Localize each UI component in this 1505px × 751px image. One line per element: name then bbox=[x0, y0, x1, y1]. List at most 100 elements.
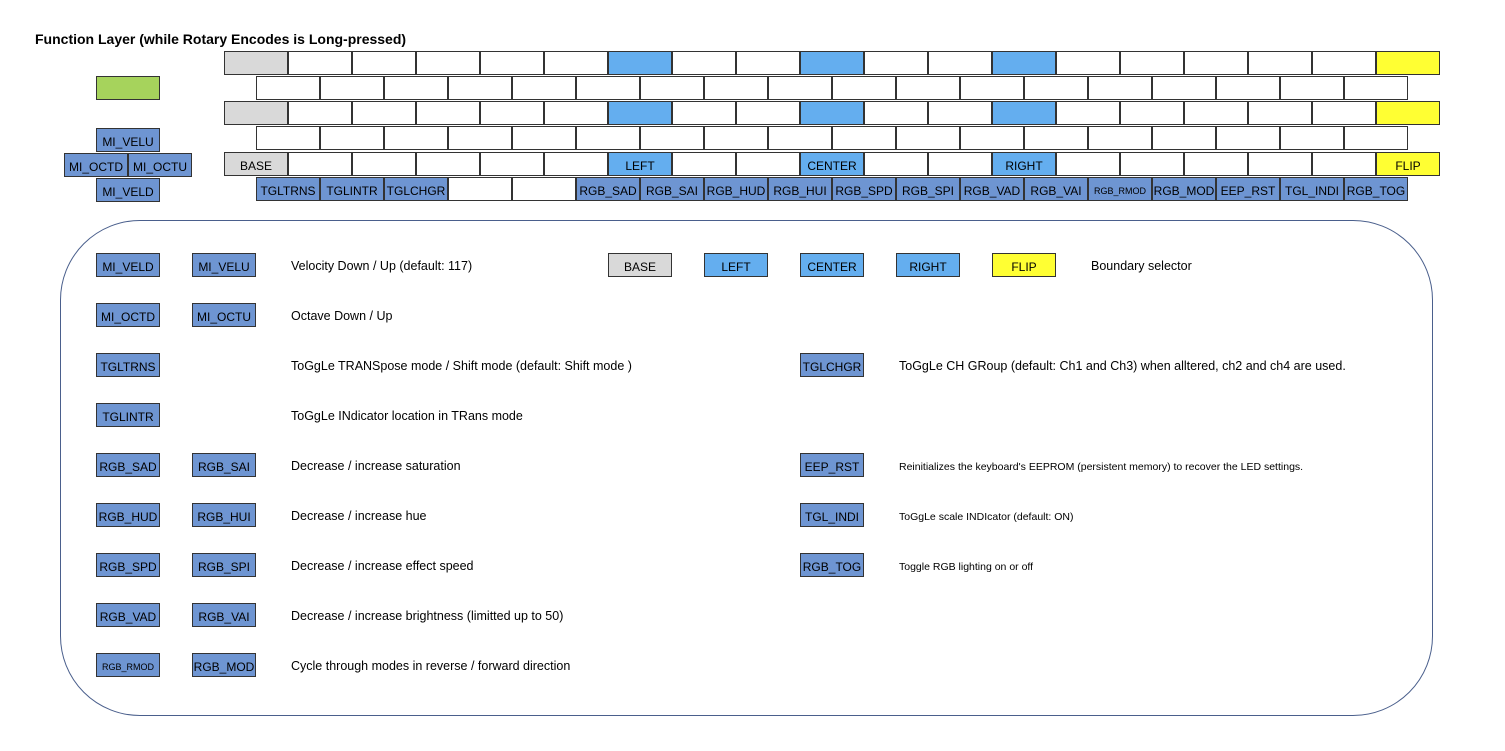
legend-tglintr-key: TGLINTR bbox=[96, 403, 160, 427]
key-row1-11 bbox=[928, 51, 992, 75]
key-row4-8 bbox=[768, 126, 832, 150]
key-row2-3 bbox=[448, 76, 512, 100]
key-row4-6 bbox=[640, 126, 704, 150]
key-row5-14 bbox=[1120, 152, 1184, 176]
key-row4-9 bbox=[832, 126, 896, 150]
key-row2-0 bbox=[256, 76, 320, 100]
legend-rgb-hud-key: RGB_HUD bbox=[96, 503, 160, 527]
key-row3-7 bbox=[672, 101, 736, 125]
encoder-veld-key: MI_VELD bbox=[96, 178, 160, 202]
key-row1-10 bbox=[864, 51, 928, 75]
legend-eeprom-desc: Reinitializes the keyboard's EEPROM (per… bbox=[899, 461, 1304, 473]
key-row2-17 bbox=[1344, 76, 1408, 100]
key-row5-3 bbox=[416, 152, 480, 176]
key-row5-10 bbox=[864, 152, 928, 176]
key-row1-14 bbox=[1120, 51, 1184, 75]
function-key-7: RGB_HUD bbox=[704, 177, 768, 201]
key-row3-14 bbox=[1120, 101, 1184, 125]
encoder-velu-key: MI_VELU bbox=[96, 128, 160, 152]
key-row5-0: BASE bbox=[224, 152, 288, 176]
legend-scale-indicator-desc: ToGgLe scale INDIcator (default: ON) bbox=[899, 511, 1074, 523]
function-key-0: TGLTRNS bbox=[256, 177, 320, 201]
key-row1-8 bbox=[736, 51, 800, 75]
key-row2-16 bbox=[1280, 76, 1344, 100]
legend-velu-key: MI_VELU bbox=[192, 253, 256, 277]
function-key-11: RGB_VAD bbox=[960, 177, 1024, 201]
legend-boundary-desc: Boundary selector bbox=[1091, 259, 1192, 273]
key-row3-18 bbox=[1376, 101, 1440, 125]
key-row3-16 bbox=[1248, 101, 1312, 125]
legend-velocity-desc: Velocity Down / Up (default: 117) bbox=[291, 259, 473, 273]
key-row1-15 bbox=[1184, 51, 1248, 75]
key-row2-4 bbox=[512, 76, 576, 100]
key-row4-13 bbox=[1088, 126, 1152, 150]
key-row3-13 bbox=[1056, 101, 1120, 125]
key-row3-4 bbox=[480, 101, 544, 125]
key-row3-8 bbox=[736, 101, 800, 125]
key-row4-2 bbox=[384, 126, 448, 150]
key-row4-11 bbox=[960, 126, 1024, 150]
legend-rgb-vad-key: RGB_VAD bbox=[96, 603, 160, 627]
key-row3-5 bbox=[544, 101, 608, 125]
key-row5-9: CENTER bbox=[800, 152, 864, 176]
legend-brightness-desc: Decrease / increase brightness (limitted… bbox=[291, 609, 564, 623]
key-row4-3 bbox=[448, 126, 512, 150]
function-key-5: RGB_SAD bbox=[576, 177, 640, 201]
function-key-3 bbox=[448, 177, 512, 201]
legend-veld-key: MI_VELD bbox=[96, 253, 160, 277]
key-row5-4 bbox=[480, 152, 544, 176]
key-row3-11 bbox=[928, 101, 992, 125]
key-row5-17 bbox=[1312, 152, 1376, 176]
legend-octu-key: MI_OCTU bbox=[192, 303, 256, 327]
legend-modes-desc: Cycle through modes in reverse / forward… bbox=[291, 659, 571, 673]
key-row3-3 bbox=[416, 101, 480, 125]
key-row2-15 bbox=[1216, 76, 1280, 100]
legend-eep-rst-key: EEP_RST bbox=[800, 453, 864, 477]
key-row4-17 bbox=[1344, 126, 1408, 150]
key-row2-7 bbox=[704, 76, 768, 100]
function-key-16: TGL_INDI bbox=[1280, 177, 1344, 201]
function-key-14: RGB_MOD bbox=[1152, 177, 1216, 201]
key-row3-6 bbox=[608, 101, 672, 125]
key-row3-2 bbox=[352, 101, 416, 125]
key-row3-17 bbox=[1312, 101, 1376, 125]
legend-tgl-indi-key: TGL_INDI bbox=[800, 503, 864, 527]
key-row5-2 bbox=[352, 152, 416, 176]
key-row3-15 bbox=[1184, 101, 1248, 125]
key-row3-12 bbox=[992, 101, 1056, 125]
key-row5-11 bbox=[928, 152, 992, 176]
key-row2-14 bbox=[1152, 76, 1216, 100]
key-row1-6 bbox=[608, 51, 672, 75]
key-row1-5 bbox=[544, 51, 608, 75]
function-key-2: TGLCHGR bbox=[384, 177, 448, 201]
key-row1-13 bbox=[1056, 51, 1120, 75]
key-row1-16 bbox=[1248, 51, 1312, 75]
key-row1-9 bbox=[800, 51, 864, 75]
function-key-10: RGB_SPI bbox=[896, 177, 960, 201]
legend-rgb-mod-key: RGB_MOD bbox=[192, 653, 256, 677]
key-row2-9 bbox=[832, 76, 896, 100]
key-row5-1 bbox=[288, 152, 352, 176]
key-row1-1 bbox=[288, 51, 352, 75]
function-key-8: RGB_HUI bbox=[768, 177, 832, 201]
function-key-9: RGB_SPD bbox=[832, 177, 896, 201]
key-row5-6: LEFT bbox=[608, 152, 672, 176]
key-row5-8 bbox=[736, 152, 800, 176]
key-row1-4 bbox=[480, 51, 544, 75]
key-row4-10 bbox=[896, 126, 960, 150]
legend-rgb-sad-key: RGB_SAD bbox=[96, 453, 160, 477]
legend-flip-key: FLIP bbox=[992, 253, 1056, 277]
legend-rgb-sai-key: RGB_SAI bbox=[192, 453, 256, 477]
function-key-17: RGB_TOG bbox=[1344, 177, 1408, 201]
legend-rgb-toggle-desc: Toggle RGB lighting on or off bbox=[899, 561, 1034, 573]
legend-rgb-tog-key: RGB_TOG bbox=[800, 553, 864, 577]
key-row4-12 bbox=[1024, 126, 1088, 150]
legend-tglchgr-key: TGLCHGR bbox=[800, 353, 864, 377]
key-row1-7 bbox=[672, 51, 736, 75]
legend-rgb-rmod-key: RGB_RMOD bbox=[96, 653, 160, 677]
encoder-octd-key: MI_OCTD bbox=[64, 153, 128, 177]
key-row4-14 bbox=[1152, 126, 1216, 150]
key-row3-1 bbox=[288, 101, 352, 125]
legend-rgb-hui-key: RGB_HUI bbox=[192, 503, 256, 527]
legend-rgb-spd-key: RGB_SPD bbox=[96, 553, 160, 577]
